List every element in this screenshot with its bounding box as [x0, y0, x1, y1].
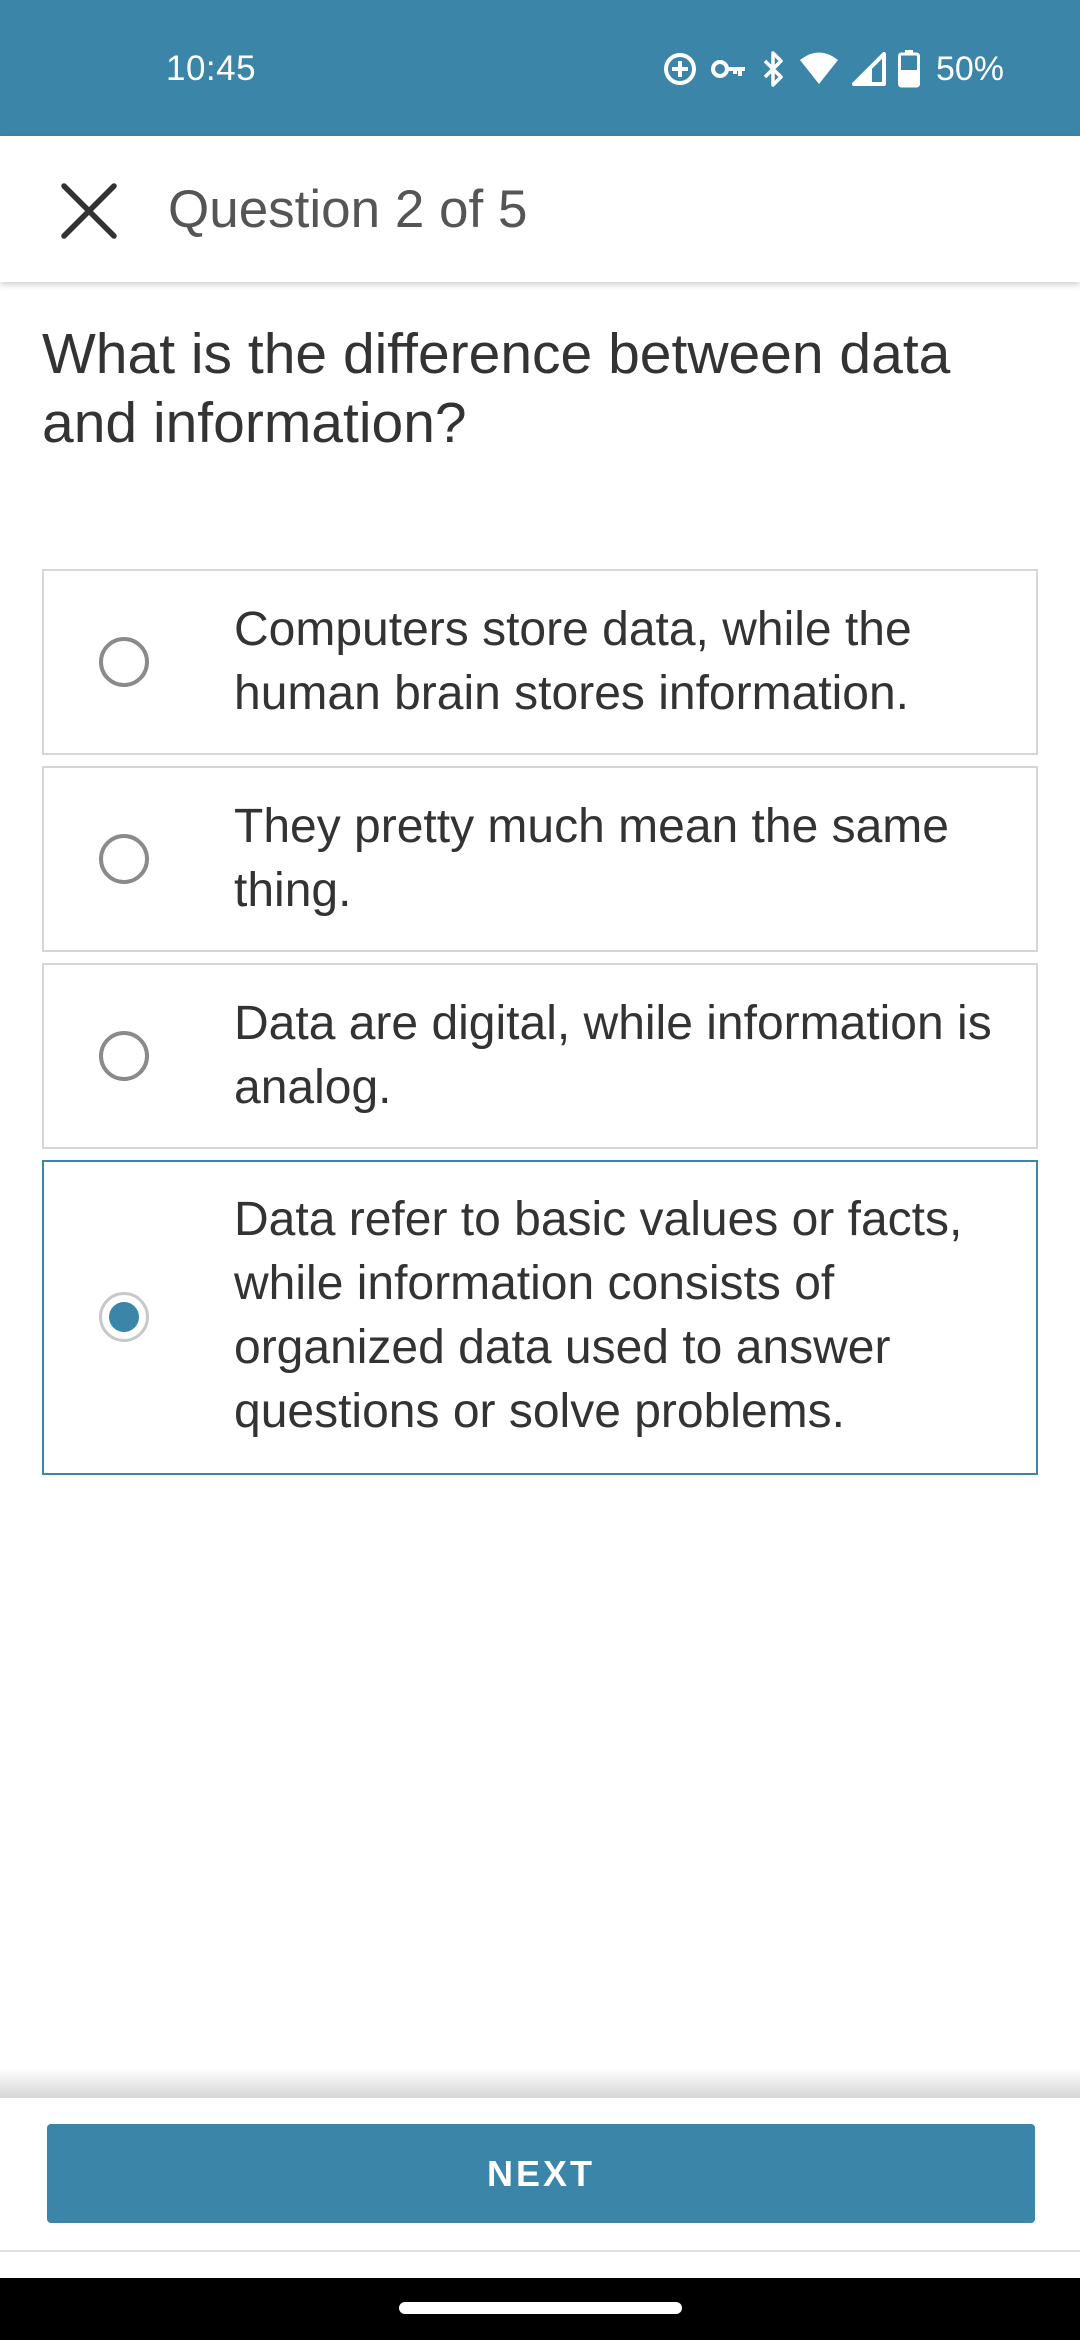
question-text: What is the difference between data and …	[42, 322, 951, 455]
answer-option-1[interactable]: Computers store data, while the human br…	[42, 569, 1038, 755]
answer-option-label: Data refer to basic values or facts, whi…	[234, 1193, 963, 1438]
page-title: Question 2 of 5	[168, 180, 528, 239]
answer-option-label: Computers store data, while the human br…	[234, 603, 912, 720]
radio-button-selected[interactable]	[99, 1292, 149, 1342]
footer-shadow	[0, 2068, 1080, 2098]
answer-option-2[interactable]: They pretty much mean the same thing.	[42, 766, 1038, 952]
close-button[interactable]	[50, 172, 128, 250]
app-header	[0, 136, 1080, 282]
radio-button[interactable]	[99, 1031, 149, 1081]
data-saver-icon	[662, 51, 698, 87]
vpn-key-icon	[710, 51, 748, 87]
radio-button[interactable]	[99, 834, 149, 884]
radio-button[interactable]	[99, 637, 149, 687]
radio-selected-dot	[109, 1302, 139, 1332]
status-icons: 50%	[662, 44, 1004, 94]
battery-percentage: 50%	[935, 50, 1004, 88]
next-button[interactable]: NEXT	[47, 2124, 1035, 2223]
battery-icon	[897, 50, 920, 88]
answer-option-4[interactable]: Data refer to basic values or facts, whi…	[42, 1160, 1038, 1475]
answer-option-3[interactable]: Data are digital, while information is a…	[42, 963, 1038, 1149]
cell-signal-icon	[851, 52, 886, 86]
home-indicator[interactable]	[399, 2302, 682, 2314]
status-time: 10:45	[166, 49, 257, 88]
bluetooth-icon	[760, 49, 786, 89]
wifi-icon	[798, 51, 840, 87]
status-bar: 10:45 50%	[0, 0, 1080, 136]
answer-option-label: Data are digital, while information is a…	[234, 997, 992, 1114]
close-icon	[61, 183, 117, 239]
answer-option-label: They pretty much mean the same thing.	[234, 800, 949, 917]
